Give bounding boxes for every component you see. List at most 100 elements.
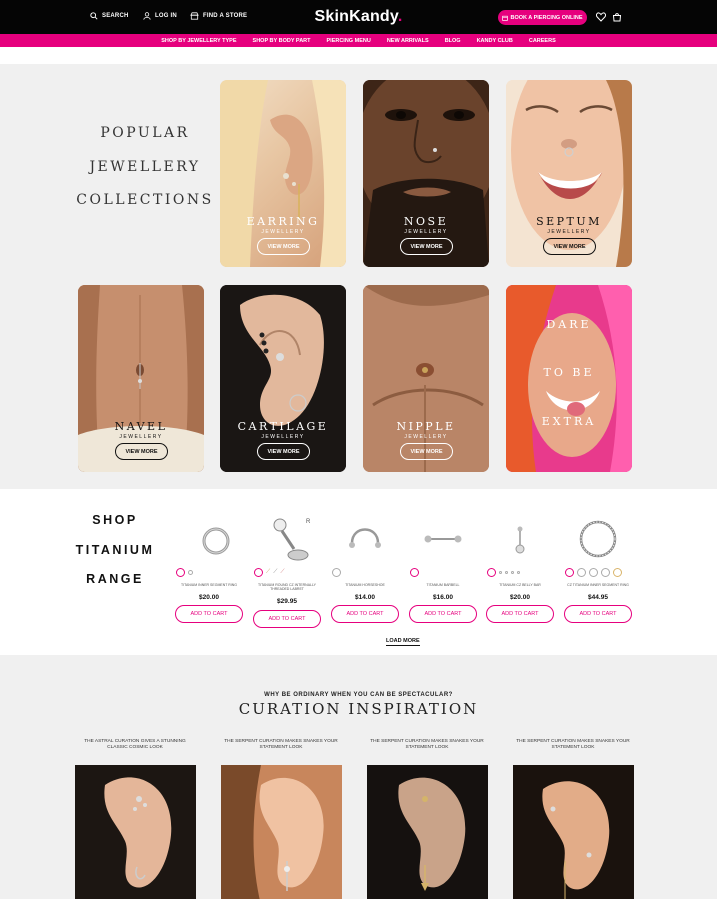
collection-tile-cartilage[interactable]: CARTILAGE JEWELLERY VIEW MORE xyxy=(220,285,346,472)
add-to-cart-button[interactable]: ADD TO CART xyxy=(564,605,632,623)
collections-title-line-1: POPULAR xyxy=(100,125,190,141)
barbell-image xyxy=(424,535,462,543)
collection-tile-nose[interactable]: NOSE JEWELLERY VIEW MORE xyxy=(363,80,489,267)
book-piercing-button[interactable]: BOOK A PIERCING ONLINE xyxy=(498,10,587,25)
segment-ring-image xyxy=(202,527,230,555)
promo-line-2: TO BE xyxy=(543,366,595,379)
collection-tile-earring[interactable]: EARRING JEWELLERY VIEW MORE xyxy=(220,80,346,267)
curation-caption: THE SERPENT CURATION MAKES SNAKES YOUR S… xyxy=(224,739,338,750)
swatch[interactable] xyxy=(613,567,622,577)
nav-new-arrivals[interactable]: NEW ARRIVALS xyxy=(387,38,429,44)
book-piercing-label: BOOK A PIERCING ONLINE xyxy=(510,14,583,21)
gold-option-icon[interactable]: ⟋ xyxy=(266,569,270,576)
collection-tile-navel[interactable]: NAVEL JEWELLERY VIEW MORE xyxy=(78,285,204,472)
curation-photo xyxy=(75,765,196,899)
tile-nose-sub: JEWELLERY xyxy=(404,229,448,235)
tile-navel-name: NAVEL xyxy=(114,420,168,433)
product-price: $44.95 xyxy=(588,594,608,601)
promo-line-3: EXTRA xyxy=(541,415,597,428)
product-name: TITANIUM ROUND CZ INTERNALLY THREADED LA… xyxy=(257,583,316,591)
collection-tile-septum[interactable]: SEPTUM JEWELLERY VIEW MORE xyxy=(506,80,632,267)
rose-option-icon[interactable]: ⟋ xyxy=(280,569,284,576)
nav-blog[interactable]: BLOG xyxy=(445,38,461,44)
swatch[interactable] xyxy=(511,570,514,574)
nav-shop-by-jewellery-type[interactable]: SHOP BY JEWELLERY TYPE xyxy=(161,38,236,44)
curation-card[interactable] xyxy=(75,765,196,899)
swatch[interactable] xyxy=(410,567,419,577)
curation-title: CURATION INSPIRATION xyxy=(238,700,479,718)
tile-cartilage-view-more[interactable]: VIEW MORE xyxy=(257,443,310,460)
swatch[interactable] xyxy=(601,567,610,577)
curation-photo xyxy=(513,765,634,899)
load-more-link[interactable]: LOAD MORE xyxy=(386,638,420,646)
product-price: $14.00 xyxy=(355,594,375,601)
promo-tile-dare-to-be-extra[interactable]: DARE TO BE EXTRA xyxy=(506,285,632,472)
nav-careers[interactable]: CAREERS xyxy=(529,38,556,44)
collections-title-line-2: JEWELLERY xyxy=(89,159,201,175)
product-card[interactable]: R ⟋ ⟋ ⟋ TITANIUM ROUND CZ INTERNALLY THREA… xyxy=(253,505,321,635)
add-to-cart-button[interactable]: ADD TO CART xyxy=(253,610,321,628)
swatch[interactable] xyxy=(565,567,574,577)
swatch[interactable] xyxy=(254,567,263,577)
add-to-cart-button[interactable]: ADD TO CART xyxy=(409,605,477,623)
swatch[interactable] xyxy=(589,567,598,577)
product-price: $20.00 xyxy=(510,594,530,601)
header-spacer xyxy=(0,47,717,64)
color-swatches xyxy=(487,567,520,577)
product-price: $20.00 xyxy=(199,594,219,601)
color-swatches xyxy=(176,567,193,577)
silver-option-icon[interactable]: ⟋ xyxy=(273,569,277,576)
collections-title-line-3: COLLECTIONS xyxy=(76,192,214,208)
product-card[interactable]: TITANIUM CZ BELLY BAR $20.00 ADD TO CART xyxy=(486,505,554,635)
swatch[interactable] xyxy=(176,567,185,577)
swatch[interactable] xyxy=(517,570,520,574)
cart-icon[interactable] xyxy=(612,12,622,22)
nav-kandy-club[interactable]: KANDY CLUB xyxy=(477,38,513,44)
color-swatches xyxy=(565,567,622,577)
product-card[interactable]: TITANIUM INNER SEGMENT RING $20.00 ADD T… xyxy=(175,505,243,635)
swatch[interactable] xyxy=(505,570,508,574)
main-nav: SHOP BY JEWELLERY TYPE SHOP BY BODY PART… xyxy=(0,34,717,47)
product-card[interactable]: TITANIUM HORSESHOE $14.00 ADD TO CART xyxy=(331,505,399,635)
tile-cartilage-sub: JEWELLERY xyxy=(261,434,305,440)
site-logo[interactable]: SkinKandy. xyxy=(0,8,717,26)
promo-line-1: DARE xyxy=(546,318,592,331)
curation-caption: THE SERPENT CURATION MAKES SNAKES YOUR S… xyxy=(370,739,484,750)
logo-dot: . xyxy=(397,8,403,25)
swatch[interactable] xyxy=(487,567,496,577)
calendar-icon xyxy=(502,15,509,21)
tile-nose-view-more[interactable]: VIEW MORE xyxy=(400,238,453,255)
tile-nipple-name: NIPPLE xyxy=(396,420,456,433)
cz-segment-ring-image xyxy=(579,520,617,558)
tile-septum-name: SEPTUM xyxy=(536,215,602,228)
product-price: $16.00 xyxy=(433,594,453,601)
nav-shop-by-body-part[interactable]: SHOP BY BODY PART xyxy=(253,38,311,44)
add-to-cart-button[interactable]: ADD TO CART xyxy=(486,605,554,623)
curation-card[interactable] xyxy=(367,765,488,899)
add-to-cart-button[interactable]: ADD TO CART xyxy=(175,605,243,623)
color-swatches: ⟋ ⟋ ⟋ xyxy=(254,567,285,577)
nav-piercing-menu[interactable]: PIERCING MENU xyxy=(327,38,371,44)
collection-tile-nipple[interactable]: NIPPLE JEWELLERY VIEW MORE xyxy=(363,285,489,472)
product-card[interactable]: CZ TITANIUM INNER SEGMENT RING $44.95 AD… xyxy=(564,505,632,635)
tile-nose-name: NOSE xyxy=(403,215,449,228)
tile-nipple-view-more[interactable]: VIEW MORE xyxy=(400,443,453,460)
swatch[interactable] xyxy=(577,567,586,577)
product-card[interactable]: TITANIUM BARBELL $16.00 ADD TO CART xyxy=(409,505,477,635)
belly-bar-image xyxy=(515,526,525,554)
swatch[interactable] xyxy=(499,570,502,574)
heart-icon[interactable] xyxy=(596,12,606,22)
curation-card[interactable] xyxy=(513,765,634,899)
product-price: $29.95 xyxy=(277,598,297,605)
swatch[interactable] xyxy=(332,567,341,577)
tile-cartilage-name: CARTILAGE xyxy=(237,420,329,433)
product-name: CZ TITANIUM INNER SEGMENT RING xyxy=(567,583,629,587)
product-name: TITANIUM HORSESHOE xyxy=(345,583,385,587)
tile-earring-view-more[interactable]: VIEW MORE xyxy=(257,238,310,255)
tile-navel-view-more[interactable]: VIEW MORE xyxy=(115,443,168,460)
titanium-title-line-3: RANGE xyxy=(86,572,144,586)
add-to-cart-button[interactable]: ADD TO CART xyxy=(331,605,399,623)
swatch[interactable] xyxy=(188,569,193,575)
tile-septum-view-more[interactable]: VIEW MORE xyxy=(543,238,596,255)
curation-card[interactable] xyxy=(221,765,342,899)
